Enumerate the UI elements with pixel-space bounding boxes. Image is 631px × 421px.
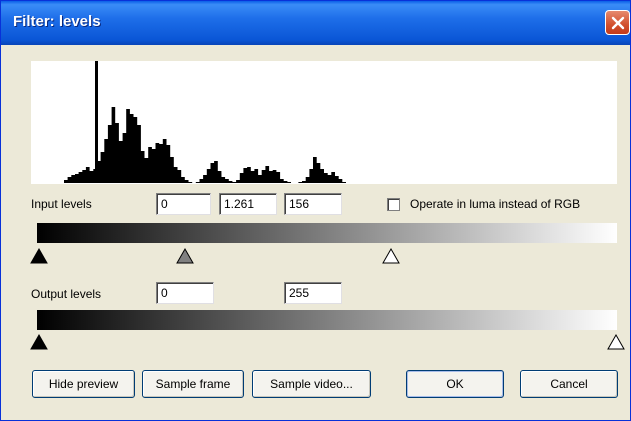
output-gradient-bar	[37, 310, 617, 330]
luma-checkbox-label: Operate in luma instead of RGB	[410, 197, 581, 211]
close-button[interactable]	[605, 10, 630, 35]
hide-preview-button[interactable]: Hide preview	[32, 370, 135, 398]
sample-video-button[interactable]: Sample video...	[252, 370, 371, 398]
close-icon	[611, 16, 625, 30]
levels-dialog: Filter: levels Input levels 0 1.261 156 …	[0, 0, 631, 421]
window-title: Filter: levels	[13, 13, 101, 30]
luma-checkbox[interactable]	[387, 198, 400, 211]
input-gamma-slider[interactable]	[176, 248, 194, 264]
histogram-plot	[31, 61, 617, 183]
input-white-field[interactable]: 156	[284, 193, 342, 215]
ok-button[interactable]: OK	[406, 370, 504, 398]
input-black-field[interactable]: 0	[156, 193, 211, 215]
output-black-field[interactable]: 0	[156, 282, 214, 304]
title-bar[interactable]: Filter: levels	[1, 1, 630, 45]
input-white-slider[interactable]	[382, 248, 400, 264]
input-levels-label: Input levels	[31, 197, 92, 211]
sample-frame-button[interactable]: Sample frame	[142, 370, 244, 398]
output-black-slider[interactable]	[30, 334, 48, 350]
histogram-area	[31, 107, 617, 183]
cancel-button[interactable]: Cancel	[520, 370, 618, 398]
output-white-field[interactable]: 255	[284, 282, 342, 304]
input-gamma-field[interactable]: 1.261	[219, 193, 277, 215]
output-white-slider[interactable]	[607, 334, 625, 350]
input-black-slider[interactable]	[30, 248, 48, 264]
histogram-spike	[95, 61, 98, 183]
input-gradient-bar	[37, 223, 617, 243]
histogram	[31, 61, 617, 184]
output-levels-label: Output levels	[31, 287, 102, 301]
